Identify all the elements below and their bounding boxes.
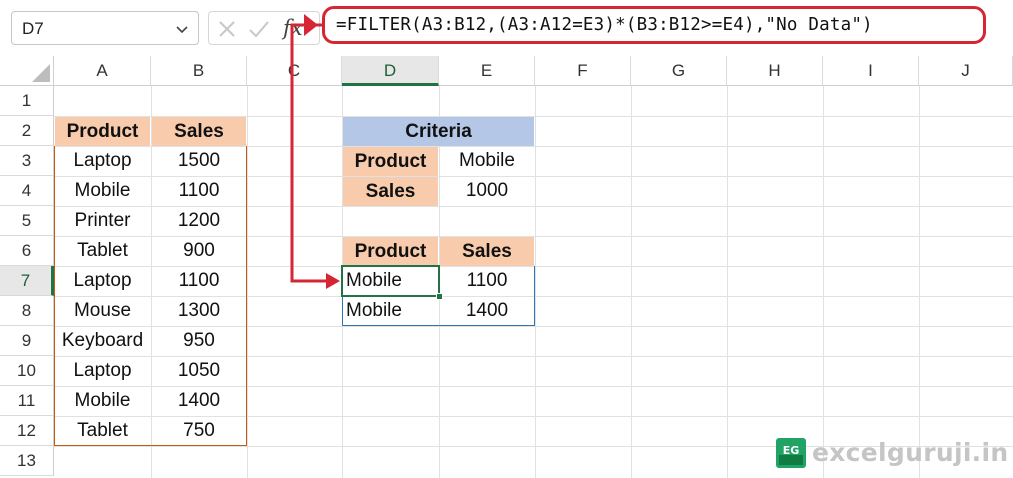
- column-header-c[interactable]: C: [247, 56, 342, 86]
- row-header-12[interactable]: 12: [0, 416, 54, 446]
- column-header-j[interactable]: J: [919, 56, 1013, 86]
- cancel-icon[interactable]: [217, 19, 237, 39]
- row-header-9[interactable]: 9: [0, 326, 54, 356]
- row-header-2[interactable]: 2: [0, 116, 54, 146]
- column-header-b[interactable]: B: [151, 56, 247, 86]
- cell-b10[interactable]: 1050: [151, 356, 247, 386]
- gridline: [535, 86, 536, 478]
- confirm-icon[interactable]: [247, 19, 271, 39]
- cell-b11[interactable]: 1400: [151, 386, 247, 416]
- gridline: [727, 86, 728, 478]
- column-header-h[interactable]: H: [727, 56, 823, 86]
- formula-controls: fx: [208, 11, 320, 45]
- result-cell-d8[interactable]: Mobile: [342, 296, 439, 326]
- cell-a10[interactable]: Laptop: [54, 356, 151, 386]
- cell-a3[interactable]: Laptop: [54, 146, 151, 176]
- spreadsheet-grid: A B C D E F G H I J 1 2 3 4 5 6 7 8 9 10…: [0, 56, 1013, 478]
- watermark-text: excelguruji.in: [812, 438, 1009, 467]
- row-header-5[interactable]: 5: [0, 206, 54, 236]
- cell-a11[interactable]: Mobile: [54, 386, 151, 416]
- row-header-4[interactable]: 4: [0, 176, 54, 206]
- cell-b7[interactable]: 1100: [151, 266, 247, 296]
- active-cell-selection[interactable]: [341, 265, 443, 300]
- select-all-triangle-icon: [32, 64, 50, 82]
- result-cell-e7[interactable]: 1100: [439, 266, 535, 296]
- cell-b8[interactable]: 1300: [151, 296, 247, 326]
- criteria-sales-label[interactable]: Sales: [343, 177, 438, 206]
- row-header-1[interactable]: 1: [0, 86, 54, 116]
- select-all-corner[interactable]: [0, 56, 54, 86]
- chevron-down-icon[interactable]: [174, 21, 190, 37]
- result-header-sales[interactable]: Sales: [440, 237, 534, 266]
- column-header-i[interactable]: I: [823, 56, 919, 86]
- cell-b12[interactable]: 750: [151, 416, 247, 446]
- row-header-10[interactable]: 10: [0, 356, 54, 386]
- row-header-11[interactable]: 11: [0, 386, 54, 416]
- cell-a8[interactable]: Mouse: [54, 296, 151, 326]
- row-header-6[interactable]: 6: [0, 236, 54, 266]
- row-header-3[interactable]: 3: [0, 146, 54, 176]
- cell-a4[interactable]: Mobile: [54, 176, 151, 206]
- formula-bar-area: D7 fx =FILTER(A3:B12,(A3:A12=E3)*(B3:B12…: [0, 0, 1013, 56]
- row-header-8[interactable]: 8: [0, 296, 54, 326]
- column-header-d[interactable]: D: [342, 56, 439, 86]
- gridline: [247, 86, 248, 478]
- result-cell-e8[interactable]: 1400: [439, 296, 535, 326]
- column-header-f[interactable]: F: [535, 56, 631, 86]
- result-header-product[interactable]: Product: [343, 237, 438, 266]
- cell-b4[interactable]: 1100: [151, 176, 247, 206]
- cell-b3[interactable]: 1500: [151, 146, 247, 176]
- cell-b5[interactable]: 1200: [151, 206, 247, 236]
- cell-b2-header[interactable]: Sales: [152, 117, 246, 146]
- cell-a12[interactable]: Tablet: [54, 416, 151, 446]
- svg-text:EG: EG: [783, 444, 800, 457]
- fill-handle[interactable]: [436, 293, 443, 300]
- row-header-7[interactable]: 7: [0, 266, 54, 296]
- criteria-product-value[interactable]: Mobile: [439, 146, 535, 176]
- cell-a9[interactable]: Keyboard: [54, 326, 151, 356]
- name-box-value: D7: [22, 19, 44, 38]
- criteria-title[interactable]: Criteria: [343, 117, 534, 146]
- gridline: [823, 86, 824, 478]
- gridline: [919, 86, 920, 478]
- name-box[interactable]: D7: [11, 11, 199, 45]
- criteria-product-label[interactable]: Product: [343, 147, 438, 176]
- column-header-g[interactable]: G: [631, 56, 727, 86]
- cell-a5[interactable]: Printer: [54, 206, 151, 236]
- row-header-13[interactable]: 13: [0, 446, 54, 476]
- cell-a6[interactable]: Tablet: [54, 236, 151, 266]
- column-header-e[interactable]: E: [439, 56, 535, 86]
- cell-a7[interactable]: Laptop: [54, 266, 151, 296]
- cell-a2-header[interactable]: Product: [55, 117, 150, 146]
- column-header-a[interactable]: A: [54, 56, 151, 86]
- excelguruji-logo-icon: EG: [776, 438, 806, 468]
- cell-b6[interactable]: 900: [151, 236, 247, 266]
- formula-input[interactable]: =FILTER(A3:B12,(A3:A12=E3)*(B3:B12>=E4),…: [322, 6, 986, 44]
- formula-text: =FILTER(A3:B12,(A3:A12=E3)*(B3:B12>=E4),…: [336, 15, 873, 35]
- cell-b9[interactable]: 950: [151, 326, 247, 356]
- gridline: [631, 86, 632, 478]
- criteria-sales-value[interactable]: 1000: [439, 176, 535, 206]
- insert-function-icon[interactable]: fx: [283, 16, 303, 40]
